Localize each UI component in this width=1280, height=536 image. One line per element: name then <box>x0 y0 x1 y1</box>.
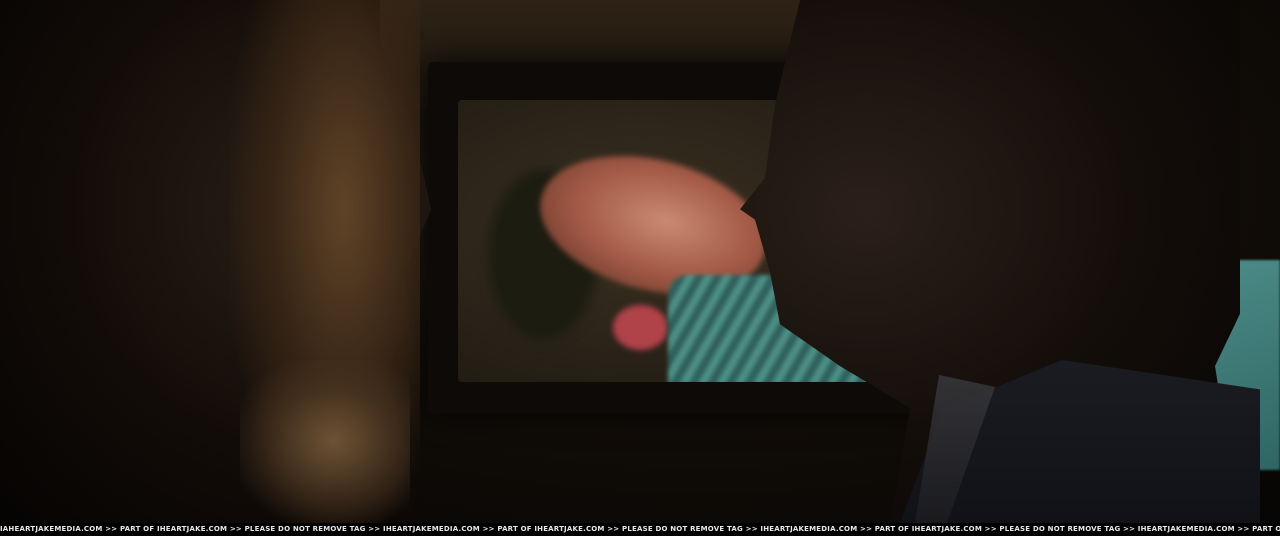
scene <box>0 0 1280 523</box>
left-person-hair-lower <box>240 360 410 523</box>
screen-person-ear <box>613 305 668 350</box>
film-still-frame: IAHEARTJAKEMEDIA.COM >> PART OF IHEARTJA… <box>0 0 1280 536</box>
watermark-strip: IAHEARTJAKEMEDIA.COM >> PART OF IHEARTJA… <box>0 523 1280 536</box>
